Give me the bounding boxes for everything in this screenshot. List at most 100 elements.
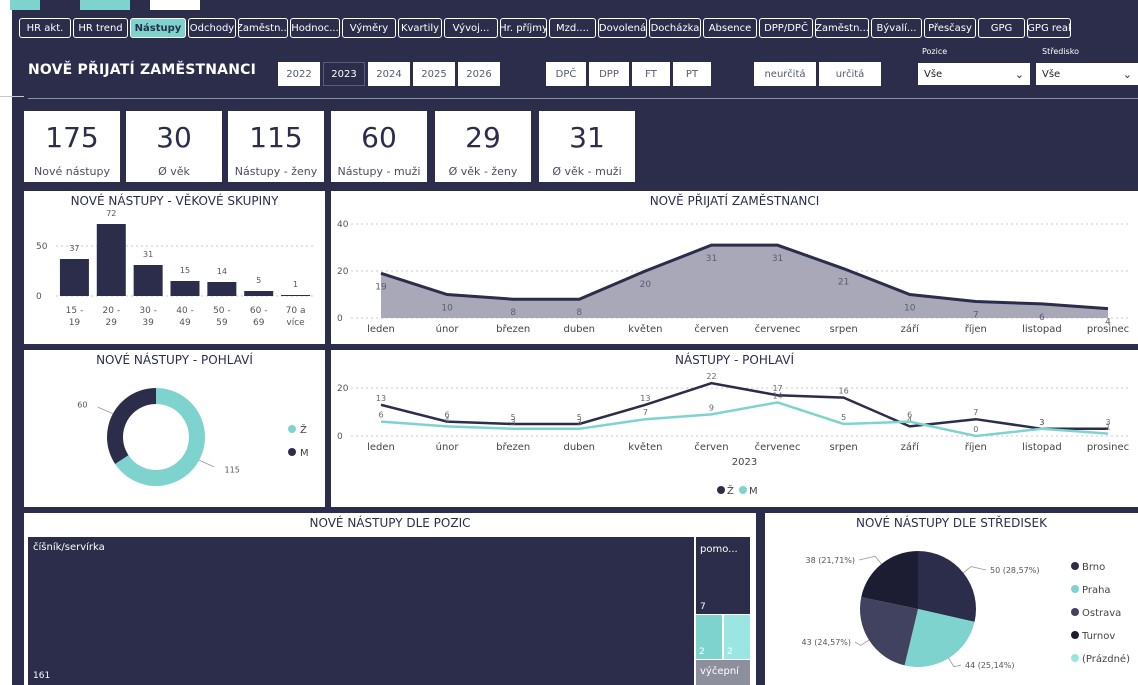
nav-tab[interactable]: Absence (703, 18, 757, 38)
chevron-down-icon: ⌄ (1014, 67, 1024, 81)
data-label: 31 (772, 254, 783, 264)
x-tick-label: únor (436, 323, 460, 335)
year-button[interactable]: 2026 (458, 62, 500, 86)
legend-marker (739, 486, 747, 494)
data-label: 16 (839, 387, 849, 396)
data-label: 22 (706, 372, 716, 381)
treemap-tile[interactable]: 2 (724, 615, 750, 659)
nav-tab[interactable]: Nástupy (130, 18, 186, 38)
leader-line (198, 459, 215, 468)
x-tick-label: více (286, 318, 305, 328)
gender-lines-panel: NÁSTUPY - POHLAVÍ 0 20 13 6 5 5 13 22 17 16 4 7 3 3 6 4… (331, 350, 1138, 507)
x-tick-label: únor (436, 441, 460, 453)
legend-marker (1071, 654, 1079, 662)
left-edge-strip (0, 0, 12, 685)
data-label: 6 (1039, 313, 1045, 323)
leader-line (963, 566, 987, 574)
year-button[interactable]: 2023 (323, 62, 365, 86)
center-slicer-label: Středisko (1042, 47, 1079, 56)
contract-type-button[interactable]: DPP (589, 62, 629, 86)
kpi-value: 30 (156, 121, 192, 154)
duration-button[interactable]: neurčitá (754, 62, 816, 86)
nav-tab[interactable]: Docházka (649, 18, 701, 38)
kpi-card-new-hires: 175 Nové nástupy (24, 111, 120, 182)
x-tick-label: květen (628, 441, 662, 453)
x-tick-label: červen (694, 441, 728, 453)
nav-tab[interactable]: GPG (978, 18, 1025, 38)
series-line (380, 381, 1108, 431)
data-label: 13 (640, 394, 650, 403)
data-label: 3 (577, 418, 582, 427)
data-label: 31 (706, 254, 717, 264)
data-label: 1 (293, 280, 298, 289)
center-dropdown[interactable]: Vše ⌄ (1036, 63, 1138, 85)
kpi-value: 115 (249, 121, 303, 154)
kpi-card-hires-men: 60 Nástupy - muži (331, 111, 427, 182)
bar (96, 224, 126, 296)
nav-tab[interactable]: Přesčasy (924, 18, 976, 38)
legend-marker (288, 425, 296, 433)
nav-tab[interactable]: Zaměstn... (238, 18, 288, 38)
treemap-tile[interactable]: výčepní (696, 660, 750, 685)
x-tick-label: listopad (1022, 324, 1062, 335)
position-dropdown-value: Vše (924, 68, 943, 80)
donut-slice (107, 388, 156, 464)
x-tick-label: březen (496, 323, 530, 335)
x-tick-label: duben (564, 324, 596, 335)
x-tick-label: 69 (253, 318, 265, 328)
nav-tab[interactable]: Výměry (342, 18, 396, 38)
data-label: 43 (24,57%) (802, 638, 851, 647)
data-label: 0 (973, 425, 978, 434)
nav-tab[interactable]: Mzd.... (549, 18, 596, 38)
nav-tab[interactable]: HR akt. (19, 18, 71, 38)
gender-donut-chart: 115 60 Ž M (77, 388, 309, 486)
data-label: 8 (510, 308, 516, 318)
bar (207, 282, 237, 296)
year-button[interactable]: 2025 (413, 62, 455, 86)
nav-tab[interactable]: Odchody (188, 18, 236, 38)
treemap-tile[interactable]: číšník/servírka 161 (28, 537, 694, 685)
nav-tab[interactable]: Vývoj... (444, 18, 498, 38)
nav-tab[interactable]: GPG real (1027, 18, 1071, 38)
contract-type-button[interactable]: FT (632, 62, 670, 86)
year-button[interactable]: 2024 (368, 62, 410, 86)
y-tick-label: 0 (337, 314, 343, 324)
chevron-down-icon: ⌄ (1122, 67, 1132, 81)
kpi-card-hires-women: 115 Nástupy - ženy (228, 111, 324, 182)
y-tick-label: 0 (36, 292, 42, 302)
x-tick-label: prosinec (1087, 442, 1129, 453)
legend-label: (Prázdné) (1082, 653, 1130, 665)
treemap-tile[interactable]: pomo... 7 (696, 537, 750, 614)
treemap-tile[interactable]: 2 (696, 615, 722, 659)
position-dropdown[interactable]: Vše ⌄ (918, 63, 1030, 85)
nav-tab[interactable]: Hodnoc... (290, 18, 340, 38)
x-tick-label: září (901, 323, 920, 335)
duration-button[interactable]: určitá (819, 62, 881, 86)
nav-tab[interactable]: Bývalí... (871, 18, 922, 38)
data-label: 38 (21,71%) (806, 556, 855, 565)
monthly-hires-chart-panel: NOVĚ PŘIJATÍ ZAMĚSTNANCI 0 20 40 19 leden 10 ú… (331, 191, 1138, 344)
data-label: 19 (375, 282, 387, 292)
kpi-label: Ø věk - ženy (448, 165, 518, 178)
nav-tab[interactable]: HR trend (73, 18, 128, 38)
nav-tab[interactable]: Hr. příjmy (500, 18, 547, 38)
nav-tab[interactable]: Zaměstn... (815, 18, 869, 38)
treemap-tile-value: 2 (699, 647, 705, 657)
legend-marker (288, 448, 296, 456)
x-tick-label: prosinec (1087, 324, 1129, 335)
nav-tab[interactable]: Kvartily (398, 18, 442, 38)
legend-label: M (749, 486, 758, 497)
legend-marker (717, 486, 725, 494)
nav-tab[interactable]: DPP/DPČ (759, 18, 813, 38)
monthly-hires-area-chart: 0 20 40 19 leden 10 únor 8 březen 8 duben 20 květen 3… (337, 220, 1131, 335)
x-tick-label: červenec (755, 323, 801, 335)
contract-type-button[interactable]: PT (673, 62, 711, 86)
contract-type-button[interactable]: DPČ (546, 62, 586, 86)
data-label: 7 (973, 311, 979, 321)
y-tick-label: 40 (337, 220, 349, 230)
positions-treemap-panel: NOVÉ NÁSTUPY DLE POZIC číšník/servírka 1… (24, 513, 756, 685)
center-dropdown-value: Vše (1042, 68, 1061, 80)
nav-tab[interactable]: Dovolená (598, 18, 647, 38)
data-label: 4 (445, 415, 450, 424)
year-button[interactable]: 2022 (278, 62, 320, 86)
